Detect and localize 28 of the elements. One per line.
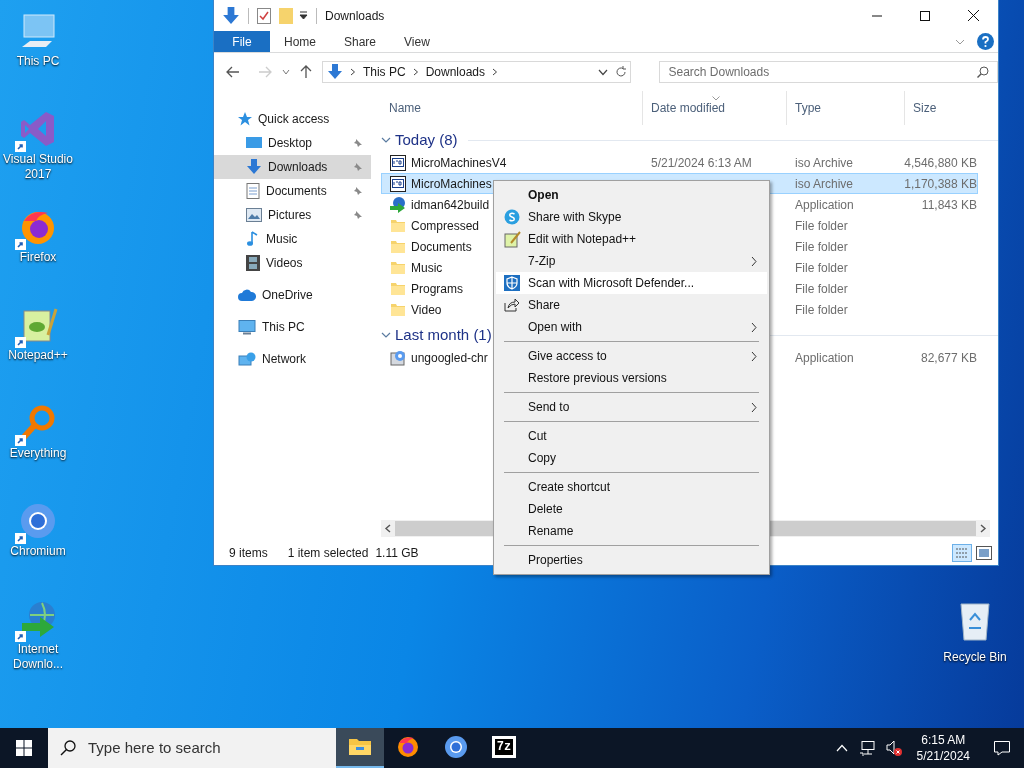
status-item-count: 9 items [229, 545, 268, 562]
file-name: Programs [411, 280, 463, 298]
file-size: 82,677 KB [920, 349, 977, 367]
app-logo: 7z [492, 736, 516, 758]
file-name: MicroMachinesV4 [411, 154, 507, 172]
file-type: File folder [795, 239, 848, 254]
status-selection: 1 item selected [287, 545, 369, 562]
date-modified: 5/21/2024 6:13 AM [651, 155, 752, 170]
file-type: File folder [795, 218, 848, 233]
status-selection-size: 1.11 GB [375, 545, 419, 562]
file-type: File folder [795, 260, 848, 275]
file-name: Video [411, 301, 442, 319]
file-size: 11,843 KB [921, 196, 977, 214]
file-name: idman642build [411, 196, 490, 214]
file-type: Application [795, 350, 854, 365]
file-name: ungoogled-chr [411, 349, 488, 367]
file-name: Documents [411, 238, 472, 256]
file-type: File folder [795, 281, 848, 296]
file-type: iso Archive [795, 176, 854, 191]
file-name: Music [411, 259, 443, 277]
file-type: File folder [795, 302, 848, 317]
window-title: Downloads [325, 7, 386, 25]
file-type: iso Archive [795, 155, 854, 170]
file-type: Application [795, 197, 854, 212]
file-name: MicroMachines [411, 175, 492, 193]
file-name: Compressed [411, 217, 480, 235]
file-size: 1,170,388 KB [904, 175, 977, 193]
file-size: 4,546,880 KB [904, 154, 977, 172]
